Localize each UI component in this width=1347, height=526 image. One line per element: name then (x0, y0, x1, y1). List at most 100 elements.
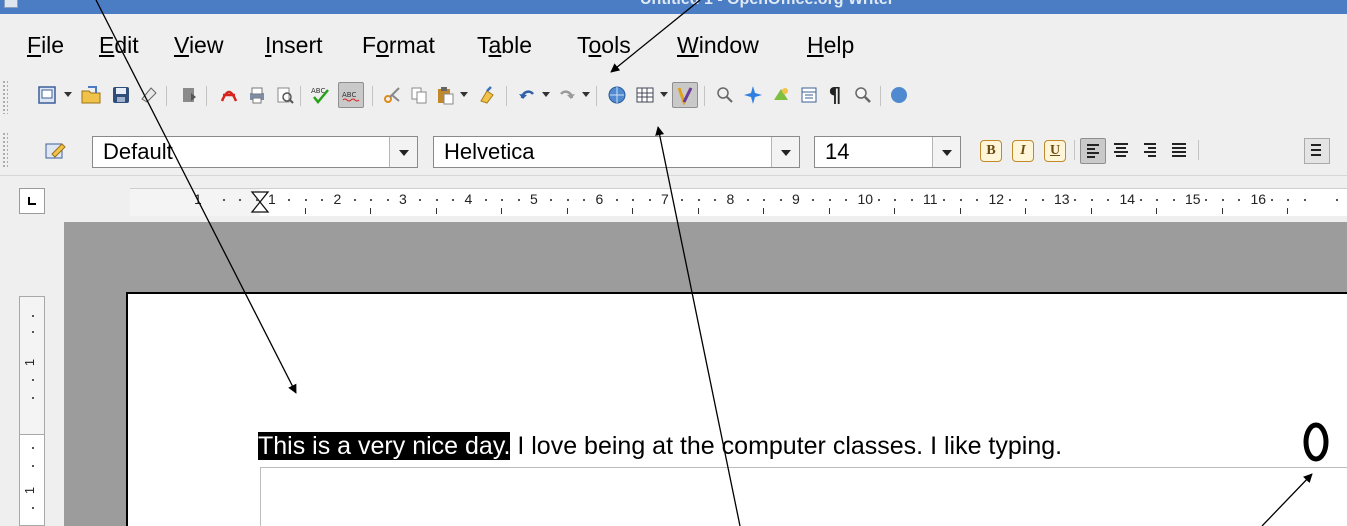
spellcheck-icon[interactable]: ABC (308, 82, 334, 108)
italic-button[interactable]: I (1012, 140, 1034, 162)
vertical-ruler-area: 11 (0, 222, 64, 526)
ruler-number: 2 (333, 191, 342, 207)
data-sources-icon[interactable] (796, 82, 822, 108)
paragraph-style-value: Default (103, 139, 173, 164)
ruler-dot (681, 199, 684, 201)
hyperlink-icon[interactable] (604, 82, 630, 108)
chevron-down-icon[interactable] (771, 137, 799, 167)
formatting-marks-icon[interactable]: ¶ (822, 82, 848, 108)
export-pdf-icon[interactable] (216, 82, 242, 108)
paste-dropdown-icon[interactable] (460, 92, 468, 97)
title-bar: Untitled 1 - OpenOffice.org Writer (0, 0, 1347, 14)
page-preview-icon[interactable] (272, 82, 298, 108)
edit-file-icon[interactable] (176, 82, 202, 108)
window-menu-button[interactable] (4, 0, 18, 8)
menu-format[interactable]: Format (362, 32, 435, 59)
open-folder-icon[interactable] (78, 82, 104, 108)
email-document-icon[interactable] (136, 82, 162, 108)
justify-button[interactable] (1166, 138, 1192, 164)
menu-view[interactable]: View (174, 32, 223, 59)
clone-formatting-icon[interactable] (474, 82, 500, 108)
ruler-number: 16 (1250, 191, 1267, 207)
numbering-button[interactable] (1304, 138, 1330, 164)
paste-icon[interactable] (432, 82, 458, 108)
undo-dropdown-icon[interactable] (542, 92, 550, 97)
align-center-button[interactable] (1108, 138, 1134, 164)
paragraph-style-combo[interactable]: Default (92, 136, 418, 168)
zoom-icon[interactable] (850, 82, 876, 108)
selected-text[interactable]: This is a very nice day. (258, 432, 511, 460)
table-icon[interactable] (632, 82, 658, 108)
ruler-dot (648, 199, 651, 201)
ruler-dot (1025, 199, 1028, 201)
ruler-tick (1221, 208, 1223, 214)
font-name-value: Helvetica (444, 139, 535, 164)
ruler-dot (32, 397, 34, 399)
new-document-icon[interactable] (34, 82, 60, 108)
print-icon[interactable] (244, 82, 270, 108)
align-left-button[interactable] (1080, 138, 1106, 164)
chevron-down-icon[interactable] (389, 137, 417, 167)
separator (372, 86, 373, 106)
ruler-dot (353, 199, 356, 201)
gallery-icon[interactable] (768, 82, 794, 108)
bold-button[interactable]: B (980, 140, 1002, 162)
font-name-combo[interactable]: Helvetica (433, 136, 800, 168)
navigator-icon[interactable] (740, 82, 766, 108)
cut-icon[interactable] (380, 82, 406, 108)
toolbar-grip[interactable] (2, 80, 8, 114)
separator (300, 86, 301, 106)
menu-table[interactable]: Table (477, 32, 532, 59)
ruler-dot (288, 199, 291, 201)
indent-marker-icon[interactable] (250, 191, 270, 213)
menu-tools[interactable]: Tools (577, 32, 631, 59)
menu-file[interactable]: File (27, 32, 64, 59)
ruler-dot (239, 199, 242, 201)
redo-dropdown-icon[interactable] (582, 92, 590, 97)
ruler-dot (1238, 199, 1241, 201)
table-dropdown-icon[interactable] (660, 92, 668, 97)
ruler-dot (1336, 199, 1339, 201)
ruler-dot (746, 199, 749, 201)
menu-help[interactable]: Help (807, 32, 854, 59)
ruler-dot (632, 199, 635, 201)
vertical-ruler[interactable]: 11 (19, 296, 45, 526)
toolbar-grip[interactable] (2, 132, 8, 168)
ruler-dot (386, 199, 389, 201)
tab-stop-type-button[interactable] (19, 188, 45, 214)
separator (1198, 140, 1199, 160)
ruler-number: 3 (399, 191, 407, 207)
copy-icon[interactable] (406, 82, 432, 108)
ruler-number: 7 (661, 191, 669, 207)
ruler-number: 13 (1054, 191, 1070, 207)
redo-icon[interactable] (554, 82, 580, 108)
text-boundaries (260, 467, 1347, 526)
ruler-tick (1025, 208, 1027, 214)
document-paragraph[interactable]: This is a very nice day. I love being at… (258, 424, 1062, 468)
autospellcheck-icon[interactable]: ABC (338, 82, 364, 108)
ruler-dot (517, 199, 520, 201)
ruler-dot (1041, 199, 1044, 201)
chevron-down-icon[interactable] (932, 137, 960, 167)
horizontal-ruler[interactable]: 1 1 2 3 4 5 6 7 8 9 10 11 12 13 14 15 16 (130, 188, 1347, 216)
ruler-number: 1 (268, 191, 276, 207)
menu-window[interactable]: Window (677, 32, 759, 59)
align-right-button[interactable] (1138, 138, 1164, 164)
help-icon[interactable] (886, 82, 912, 108)
styles-formatting-icon[interactable] (42, 138, 68, 164)
ruler-dot (812, 199, 815, 201)
ruler-tick (1156, 208, 1158, 214)
save-icon[interactable] (108, 82, 134, 108)
menu-insert[interactable]: Insert (265, 32, 323, 59)
show-draw-functions-icon[interactable] (672, 82, 698, 108)
new-dropdown-icon[interactable] (64, 92, 72, 97)
font-size-combo[interactable]: 14 (814, 136, 961, 168)
line-icon (1311, 154, 1321, 156)
undo-icon[interactable] (514, 82, 540, 108)
paragraph-text[interactable]: I love being at the computer classes. I … (510, 432, 1062, 460)
underline-button[interactable]: U (1044, 140, 1066, 162)
ruler-number: 6 (595, 191, 604, 207)
ruler-dot (255, 199, 258, 201)
find-replace-icon[interactable] (712, 82, 738, 108)
menu-edit[interactable]: Edit (99, 32, 139, 59)
